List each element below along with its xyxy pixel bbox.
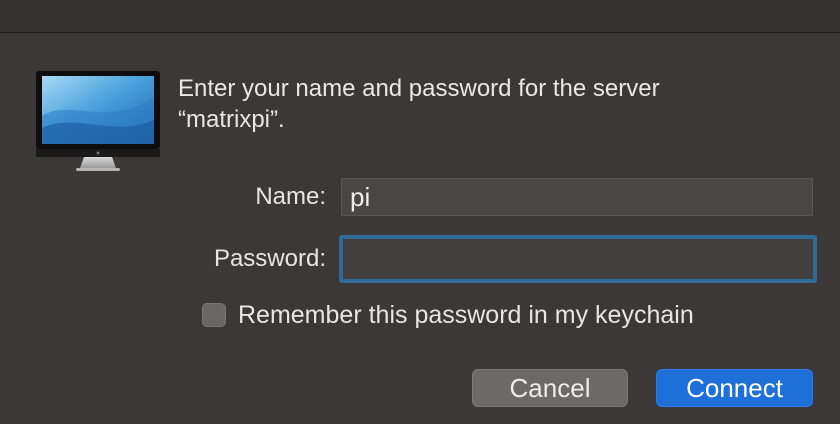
remember-password-label[interactable]: Remember this password in my keychain (238, 301, 694, 330)
remember-password-option[interactable]: Remember this password in my keychain (202, 300, 694, 330)
window-titlebar (0, 0, 840, 33)
prompt-message-line1: Enter your name and password for the ser… (178, 75, 660, 102)
name-label: Name: (255, 183, 326, 210)
connect-button[interactable]: Connect (656, 369, 813, 407)
password-label: Password: (213, 245, 326, 272)
remember-password-checkbox[interactable] (202, 303, 226, 327)
computer-display-icon (36, 71, 160, 171)
name-field[interactable] (341, 178, 813, 216)
cancel-button[interactable]: Cancel (472, 369, 628, 407)
prompt-message: Enter your name and password for the ser… (178, 73, 798, 135)
prompt-message-line2: “matrixpi”. (178, 106, 285, 133)
password-field[interactable] (339, 235, 817, 283)
